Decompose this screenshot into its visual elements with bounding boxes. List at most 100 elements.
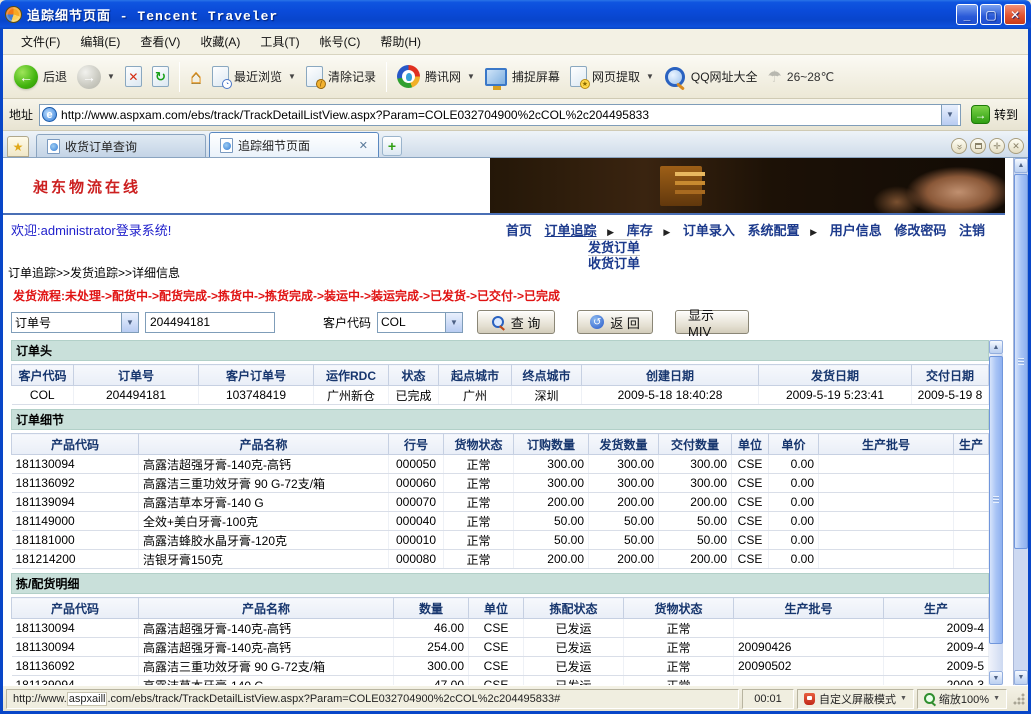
table-cell: 47.00 bbox=[394, 676, 469, 686]
nav-user-info[interactable]: 用户信息 bbox=[830, 223, 882, 238]
minimize-button[interactable]: _ bbox=[956, 4, 978, 25]
table-cell: 181214200 bbox=[12, 550, 139, 569]
table-cell: 50.00 bbox=[514, 512, 589, 531]
customer-code-select[interactable]: COL ▼ bbox=[377, 312, 463, 333]
menu-edit[interactable]: 编辑(E) bbox=[70, 30, 130, 53]
subnav-ship-order[interactable]: 发货订单 bbox=[588, 239, 640, 255]
restore-window-button[interactable] bbox=[970, 138, 986, 154]
new-tab-button[interactable]: + bbox=[382, 136, 402, 156]
table-cell: 200.00 bbox=[514, 493, 589, 512]
scrollbar-thumb[interactable] bbox=[989, 356, 1003, 644]
tab-close-icon[interactable]: ✕ bbox=[351, 139, 368, 152]
address-input[interactable]: http://www.aspxam.com/ebs/track/TrackDet… bbox=[39, 104, 961, 126]
web-extract-button[interactable]: ★ 网页提取 ▼ bbox=[565, 62, 659, 91]
table-cell: 0.00 bbox=[769, 512, 819, 531]
table-cell: CSE bbox=[469, 619, 524, 638]
menu-bar: 文件(F) 编辑(E) 查看(V) 收藏(A) 工具(T) 帐号(C) 帮助(H… bbox=[3, 29, 1028, 55]
table-cell: 50.00 bbox=[659, 512, 732, 531]
clear-history-button[interactable]: ⁄ 清除记录 bbox=[301, 62, 381, 91]
column-header: 拣配状态 bbox=[524, 598, 624, 619]
pin-button[interactable]: ✛ bbox=[989, 138, 1005, 154]
maximize-button[interactable]: ▢ bbox=[980, 4, 1002, 25]
capture-screen-button[interactable]: 捕捉屏幕 bbox=[480, 64, 565, 90]
nav-change-password[interactable]: 修改密码 bbox=[894, 223, 946, 238]
weather-indicator[interactable]: ☂ 26~28℃ bbox=[763, 63, 840, 91]
table-cell: 2009-5-18 18:40:28 bbox=[582, 386, 759, 405]
table-cell: 000080 bbox=[389, 550, 444, 569]
table-cell bbox=[954, 512, 989, 531]
scroll-down-button[interactable]: ▼ bbox=[989, 671, 1003, 685]
table-cell: 000070 bbox=[389, 493, 444, 512]
table-cell: 正常 bbox=[624, 619, 734, 638]
table-row: 181139094高露洁草本牙膏-140 G000070正常200.00200.… bbox=[12, 493, 989, 512]
address-dropdown-button[interactable]: ▼ bbox=[941, 105, 958, 125]
menu-favorites[interactable]: 收藏(A) bbox=[190, 30, 250, 53]
menu-tools[interactable]: 工具(T) bbox=[250, 30, 309, 53]
menu-help[interactable]: 帮助(H) bbox=[370, 30, 431, 53]
table-cell: 高露洁蜂胶水晶牙膏-120克 bbox=[139, 531, 389, 550]
back-button[interactable]: ← 后退 bbox=[9, 61, 72, 93]
toolbar-separator bbox=[386, 62, 387, 92]
page-icon bbox=[42, 107, 57, 122]
table-cell: 181130094 bbox=[12, 619, 139, 638]
page-icon bbox=[47, 139, 60, 154]
scroll-down-button[interactable]: ▼ bbox=[1014, 670, 1028, 685]
column-header: 起点城市 bbox=[439, 365, 512, 386]
address-label: 地址 bbox=[9, 106, 33, 123]
toolbar: ← 后退 → ▼ ⌂ ◔ 最近浏览 ▼ ⁄ 清除记录 腾讯 bbox=[3, 55, 1028, 99]
tab-track-detail[interactable]: 追踪细节页面 ✕ bbox=[209, 132, 379, 157]
menu-account[interactable]: 帐号(C) bbox=[310, 30, 371, 53]
main-nav: 首页 订单追踪 ▶ 库存 ▶ 订单录入 系统配置 ▶ 用户信息 修改密码 注销 bbox=[497, 220, 985, 239]
order-tracking-submenu: 发货订单 收货订单 bbox=[588, 239, 640, 271]
table-row: 181139094高露洁草本牙膏-140 G47.00CSE已发运正常2009-… bbox=[12, 676, 989, 686]
mask-mode-control[interactable]: 自定义屏蔽模式 ▼ bbox=[797, 689, 914, 709]
qq-sites-button[interactable]: QQ网址大全 bbox=[659, 62, 763, 92]
nav-system-config[interactable]: 系统配置 bbox=[748, 223, 800, 238]
menu-file[interactable]: 文件(F) bbox=[11, 30, 70, 53]
scroll-up-button[interactable]: ▲ bbox=[989, 340, 1003, 354]
nav-inventory[interactable]: 库存 bbox=[627, 223, 653, 238]
favorites-button[interactable]: ★ bbox=[7, 136, 29, 157]
table-cell: CSE bbox=[469, 657, 524, 676]
column-header: 运作RDC bbox=[314, 365, 389, 386]
forward-button[interactable]: → ▼ bbox=[72, 61, 120, 93]
query-button[interactable]: 查 询 bbox=[477, 310, 555, 334]
table-cell: 200.00 bbox=[589, 493, 659, 512]
subnav-receive-order[interactable]: 收货订单 bbox=[588, 255, 640, 271]
close-button[interactable]: ✕ bbox=[1004, 4, 1026, 25]
tab-list-button[interactable]: » bbox=[951, 138, 967, 154]
order-number-input[interactable]: 204494181 bbox=[145, 312, 275, 333]
close-tab-group-button[interactable]: ✕ bbox=[1008, 138, 1024, 154]
return-button[interactable]: ↺ 返 回 bbox=[577, 310, 653, 334]
column-header: 单位 bbox=[469, 598, 524, 619]
table-cell: 0.00 bbox=[769, 493, 819, 512]
zoom-control[interactable]: 缩放100% ▼ bbox=[917, 689, 1007, 709]
column-header: 发货日期 bbox=[759, 365, 912, 386]
column-header: 产品名称 bbox=[139, 598, 394, 619]
broom-icon: ⁄ bbox=[315, 78, 328, 91]
resize-grip[interactable] bbox=[1012, 692, 1025, 705]
nav-order-tracking[interactable]: 订单追踪 bbox=[545, 223, 597, 238]
refresh-button[interactable] bbox=[147, 62, 174, 91]
nav-home[interactable]: 首页 bbox=[506, 223, 532, 238]
table-cell: 2009-4 bbox=[884, 619, 989, 638]
table-cell: 181139094 bbox=[12, 493, 139, 512]
search-type-select[interactable]: 订单号 ▼ bbox=[11, 312, 139, 333]
table-cell bbox=[819, 550, 954, 569]
home-button[interactable]: ⌂ bbox=[185, 63, 207, 91]
menu-view[interactable]: 查看(V) bbox=[130, 30, 190, 53]
tencent-site-button[interactable]: 腾讯网 ▼ bbox=[392, 61, 480, 92]
column-header: 行号 bbox=[389, 434, 444, 455]
search-bar: 订单号 ▼ 204494181 客户代码 COL ▼ 查 询 bbox=[11, 309, 749, 335]
scrollbar-thumb[interactable] bbox=[1014, 174, 1028, 549]
nav-order-entry[interactable]: 订单录入 bbox=[683, 223, 735, 238]
stop-button[interactable] bbox=[120, 62, 147, 91]
show-miv-button[interactable]: 显示 MIV bbox=[675, 310, 749, 334]
scroll-up-button[interactable]: ▲ bbox=[1014, 158, 1028, 173]
tab-receive-order-query[interactable]: 收货订单查询 bbox=[36, 134, 206, 157]
go-button[interactable]: → 转到 bbox=[967, 103, 1022, 126]
nav-logout[interactable]: 注销 bbox=[959, 223, 985, 238]
recent-browsing-button[interactable]: ◔ 最近浏览 ▼ bbox=[207, 62, 301, 91]
column-header: 交付日期 bbox=[912, 365, 989, 386]
table-row: 181136092高露洁三重功效牙膏 90 G-72支/箱000060正常300… bbox=[12, 474, 989, 493]
